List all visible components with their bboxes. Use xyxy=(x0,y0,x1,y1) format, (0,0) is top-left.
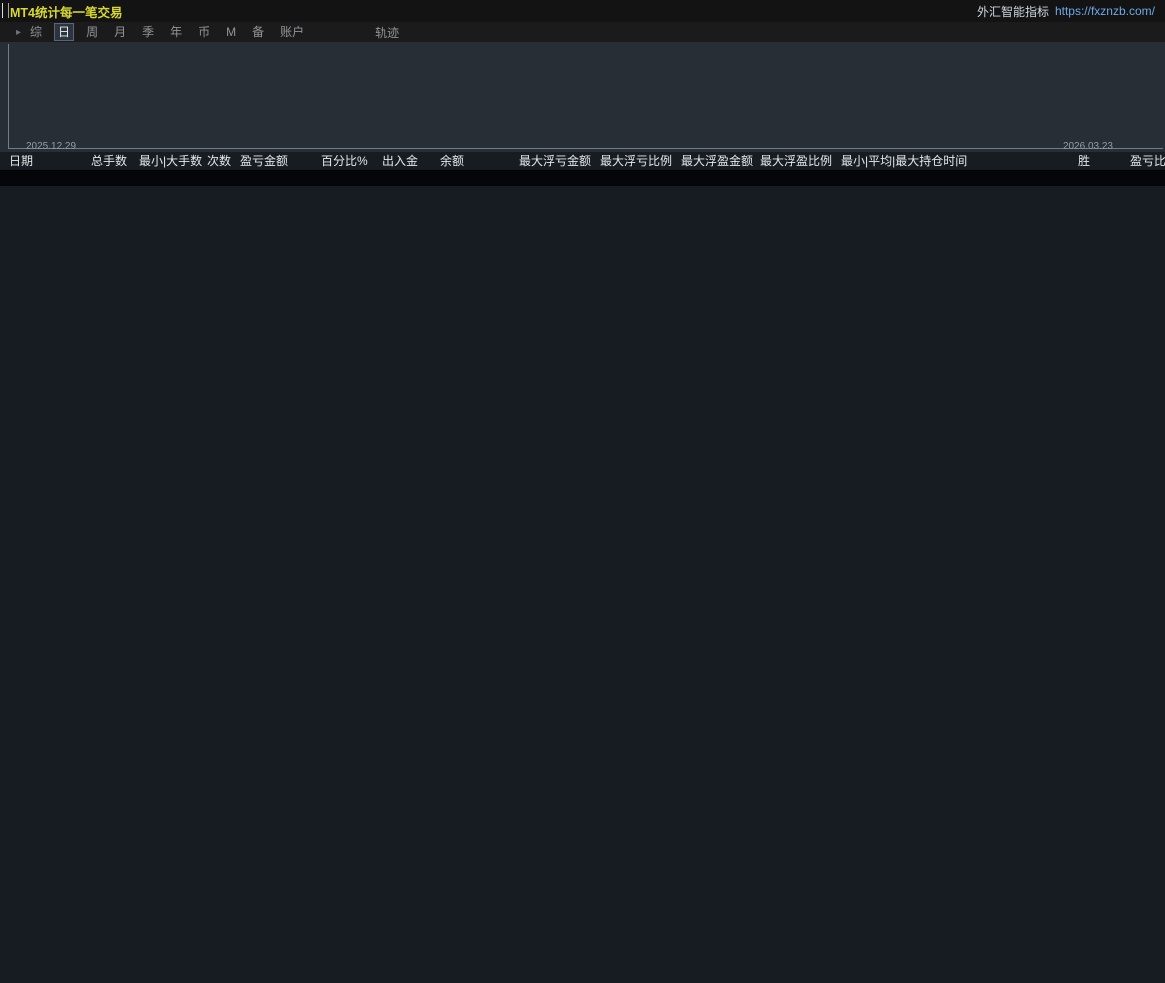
tab-trajectory[interactable]: 轨迹 xyxy=(375,24,399,41)
title-bar-right: 外汇智能指标 https://fxznzb.com/ xyxy=(977,3,1155,20)
mt4-statistics-window: MT4统计每一笔交易 外汇智能指标 https://fxznzb.com/ ▸ … xyxy=(0,0,1165,983)
tab-综[interactable]: 综 xyxy=(27,24,45,40)
window-edge-artifact xyxy=(2,3,9,18)
table-total-row xyxy=(0,170,1165,186)
tab-周[interactable]: 周 xyxy=(83,24,101,40)
column-header: 盈亏金额 xyxy=(240,154,289,168)
column-header: 余额 xyxy=(440,154,465,168)
tab-季[interactable]: 季 xyxy=(139,24,157,40)
tab-币[interactable]: 币 xyxy=(195,24,213,40)
table-header-row: 日期 总手数 最小|大手数 次数 盈亏金额 百分比% 出入金 余额 最大浮亏金额 最大浮亏比例 最大… xyxy=(0,152,1165,170)
column-header: 次数 xyxy=(207,154,232,168)
column-header: 最大浮盈金额 xyxy=(681,154,754,168)
tab-月[interactable]: 月 xyxy=(111,24,129,40)
column-header: 日期 xyxy=(9,154,34,168)
tab-年[interactable]: 年 xyxy=(167,24,185,40)
brand-url-link[interactable]: https://fxznzb.com/ xyxy=(1055,4,1155,18)
brand-label: 外汇智能指标 xyxy=(976,4,1049,19)
column-header: 最大浮亏金额 xyxy=(519,154,592,168)
tab-备[interactable]: 备 xyxy=(249,24,267,40)
column-header: 百分比% xyxy=(321,154,368,168)
column-header: 最大浮盈比例 xyxy=(760,154,833,168)
page-title: MT4统计每一笔交易 xyxy=(10,5,123,20)
tab-bar: ▸ 综日周月季年币 M 备账户 轨迹 xyxy=(0,22,1165,42)
tab-日[interactable]: 日 xyxy=(55,24,74,40)
equity-chart: 2025.12.29 2026.03.23 xyxy=(0,42,1165,152)
column-header: 出入金 xyxy=(382,154,419,168)
column-header: 总手数 xyxy=(91,154,128,168)
column-header: 盈亏比 xyxy=(1130,154,1165,168)
tab-bar-items: 综日周月季年币 M 备账户 xyxy=(27,24,307,40)
title-bar: MT4统计每一笔交易 外汇智能指标 https://fxznzb.com/ xyxy=(0,0,1165,22)
column-header: 胜率 xyxy=(1078,154,1090,168)
tab-M[interactable]: M xyxy=(223,24,239,40)
equity-curve-svg xyxy=(9,44,1163,148)
equity-chart-plot xyxy=(8,44,1163,149)
chart-start-date-label: 2025.12.29 xyxy=(26,141,77,152)
chart-end-date-label: 2026.03.23 xyxy=(1062,141,1113,152)
caret-right-icon: ▸ xyxy=(16,26,22,38)
column-header: 最小|大手数 xyxy=(139,154,203,168)
column-header: 最大浮亏比例 xyxy=(600,154,673,168)
column-header: 最小|平均|最大持仓时间 xyxy=(841,154,968,168)
tab-账户[interactable]: 账户 xyxy=(277,24,307,40)
